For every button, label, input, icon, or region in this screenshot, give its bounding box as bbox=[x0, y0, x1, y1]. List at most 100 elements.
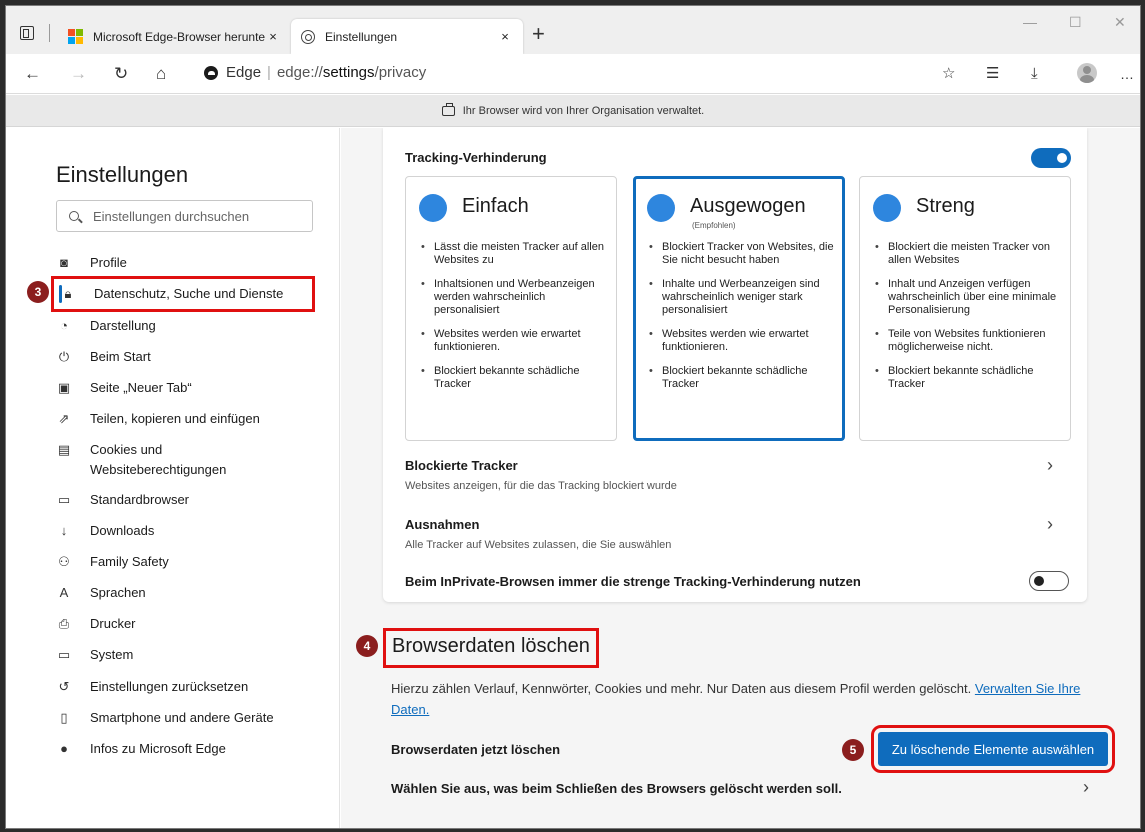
new-tab-button[interactable]: + bbox=[532, 23, 545, 45]
sidebar-item-share[interactable]: ⇗ Teilen, kopieren und einfügen bbox=[56, 409, 326, 429]
inprivate-strict-label: Beim InPrivate-Browsen immer die strenge… bbox=[405, 574, 861, 589]
refresh-icon[interactable]: ↻ bbox=[114, 64, 128, 84]
sidebar-item-languages[interactable]: A Sprachen bbox=[56, 583, 326, 603]
minimize-button[interactable]: — bbox=[1023, 14, 1037, 30]
tracking-prevention-card: Tracking-Verhinderung Einfach Lässt die … bbox=[383, 128, 1087, 602]
close-tab-icon[interactable]: × bbox=[497, 29, 513, 44]
sidebar-item-family-safety[interactable]: ⚇ Family Safety bbox=[56, 552, 326, 572]
sidebar-item-printers[interactable]: ⎙ Drucker bbox=[56, 614, 326, 634]
new-tab-page-icon: ▣ bbox=[57, 380, 71, 395]
bullet: Inhalte und Werbeanzeigen sind wahrschei… bbox=[648, 278, 834, 317]
step-badge-4: 4 bbox=[356, 635, 378, 657]
choose-what-to-clear-button[interactable]: Zu löschende Elemente auswählen bbox=[871, 725, 1115, 773]
tab-title: Microsoft Edge-Browser herunte bbox=[93, 29, 265, 44]
more-options-icon[interactable]: … bbox=[1120, 64, 1134, 84]
sidebar-item-appearance[interactable]: ◔ Darstellung bbox=[56, 316, 326, 336]
bullet: Blockiert die meisten Tracker von allen … bbox=[874, 241, 1060, 267]
exceptions-title[interactable]: Ausnahmen bbox=[405, 517, 479, 532]
sidebar-item-label: Drucker bbox=[90, 616, 136, 631]
tab-settings[interactable]: Einstellungen × bbox=[291, 19, 523, 54]
sidebar-item-startup[interactable]: ⏻ Beim Start bbox=[56, 347, 326, 367]
bullet: Websites werden wie erwartet funktionier… bbox=[420, 328, 606, 354]
sidebar-item-label: Darstellung bbox=[90, 318, 156, 333]
cookies-icon: ▤ bbox=[57, 442, 71, 457]
maximize-button[interactable]: ☐ bbox=[1069, 14, 1082, 31]
back-arrow-icon[interactable]: ← bbox=[24, 64, 41, 84]
site-label: Edge bbox=[226, 64, 262, 81]
bullet: Blockiert bekannte schädliche Tracker bbox=[874, 365, 1060, 391]
sidebar-item-about[interactable]: ● Infos zu Microsoft Edge bbox=[56, 739, 326, 759]
languages-icon: A bbox=[59, 585, 69, 600]
blocked-trackers-title[interactable]: Blockierte Tracker bbox=[405, 458, 518, 473]
add-favorite-icon[interactable]: ☆ bbox=[942, 64, 955, 84]
share-icon: ⇗ bbox=[58, 411, 70, 426]
sidebar-item-cookies[interactable]: ▤ Cookies und Websiteberechtigungen bbox=[56, 440, 326, 480]
family-icon: ⚇ bbox=[58, 554, 70, 569]
sidebar-item-label: Family Safety bbox=[90, 554, 169, 569]
sidebar-item-phone[interactable]: ▯ Smartphone und andere Geräte bbox=[56, 708, 326, 728]
profile-avatar[interactable] bbox=[1077, 63, 1097, 83]
level-bullets: Blockiert Tracker von Websites, die Sie … bbox=[648, 241, 834, 402]
tab-actions-icon[interactable] bbox=[20, 26, 34, 40]
level-name: Einfach bbox=[462, 195, 529, 217]
sidebar-item-label: Datenschutz, Suche und Dienste bbox=[94, 286, 284, 301]
home-icon[interactable]: ⌂ bbox=[156, 64, 166, 84]
url-path: /privacy bbox=[374, 64, 427, 81]
bullet: Blockiert Tracker von Websites, die Sie … bbox=[648, 241, 834, 267]
forward-arrow-icon[interactable]: → bbox=[70, 64, 87, 84]
bullet: Inhaltsionen und Werbeanzeigen werden wa… bbox=[420, 278, 606, 317]
basic-tracking-icon bbox=[419, 194, 447, 222]
default-browser-icon: ▭ bbox=[57, 492, 71, 507]
bullet: Teile von Websites funktionieren möglich… bbox=[874, 328, 1060, 354]
managed-banner: Ihr Browser wird von Ihrer Organisation … bbox=[6, 95, 1140, 127]
level-subtitle: (Empfohlen) bbox=[692, 221, 736, 230]
inprivate-strict-toggle[interactable] bbox=[1029, 571, 1069, 591]
close-window-button[interactable]: ✕ bbox=[1114, 14, 1126, 31]
level-bullets: Lässt die meisten Tracker auf allen Webs… bbox=[420, 241, 606, 402]
chevron-right-icon[interactable]: › bbox=[1047, 456, 1053, 474]
tab-edge-download[interactable]: Microsoft Edge-Browser herunte × bbox=[58, 19, 291, 54]
clear-now-label: Browserdaten jetzt löschen bbox=[391, 742, 561, 757]
microsoft-logo-icon bbox=[68, 29, 83, 44]
sidebar-item-downloads[interactable]: ↓ Downloads bbox=[56, 521, 326, 541]
url-separator: | bbox=[267, 64, 271, 81]
tracking-level-strict[interactable]: Streng Blockiert die meisten Tracker von… bbox=[859, 176, 1071, 441]
step-badge-5: 5 bbox=[842, 739, 864, 761]
url-prefix: edge:// bbox=[276, 64, 323, 81]
tab-title: Einstellungen bbox=[325, 29, 398, 44]
address-input[interactable]: Edge | edge://settings/privacy bbox=[226, 64, 426, 81]
description-text: Hierzu zählen Verlauf, Kennwörter, Cooki… bbox=[391, 681, 972, 696]
sidebar-item-new-tab-page[interactable]: ▣ Seite „Neuer Tab“ bbox=[56, 378, 326, 398]
tracking-toggle[interactable] bbox=[1031, 148, 1071, 168]
downloads-icon[interactable]: ⤓ bbox=[1031, 64, 1038, 84]
sidebar-item-default-browser[interactable]: ▭ Standardbrowser bbox=[56, 490, 326, 510]
settings-search-input[interactable]: Einstellungen durchsuchen bbox=[56, 200, 313, 232]
reset-icon: ↺ bbox=[58, 679, 70, 694]
tab-separator bbox=[49, 24, 50, 42]
gear-icon bbox=[301, 29, 315, 44]
sidebar-item-system[interactable]: ▭ System bbox=[56, 645, 326, 665]
managed-banner-text: Ihr Browser wird von Ihrer Organisation … bbox=[462, 104, 705, 117]
clear-data-title: Browserdaten löschen bbox=[383, 628, 599, 668]
sidebar-item-reset[interactable]: ↺ Einstellungen zurücksetzen bbox=[56, 677, 326, 697]
system-icon: ▭ bbox=[57, 647, 71, 662]
chevron-right-icon[interactable]: › bbox=[1083, 778, 1089, 796]
clear-data-description: Hierzu zählen Verlauf, Kennwörter, Cooki… bbox=[391, 678, 1111, 720]
sidebar-item-label: Smartphone und andere Geräte bbox=[90, 710, 274, 725]
favorites-icon[interactable]: ☰ bbox=[986, 64, 999, 84]
download-icon: ↓ bbox=[60, 523, 68, 538]
profile-icon: ◙ bbox=[60, 255, 68, 270]
close-tab-icon[interactable]: × bbox=[265, 29, 281, 44]
sidebar-item-profile[interactable]: ◙ Profile bbox=[56, 253, 326, 273]
appearance-icon: ◔ bbox=[60, 318, 68, 333]
sidebar-item-privacy[interactable]: 🔒︎ Datenschutz, Suche und Dienste bbox=[51, 276, 315, 312]
blocked-trackers-subtitle: Websites anzeigen, für die das Tracking … bbox=[405, 480, 677, 492]
bullet: Lässt die meisten Tracker auf allen Webs… bbox=[420, 241, 606, 267]
strict-tracking-icon bbox=[873, 194, 901, 222]
tracking-level-balanced[interactable]: Ausgewogen (Empfohlen) Blockiert Tracker… bbox=[633, 176, 845, 441]
clear-on-close-label[interactable]: Wählen Sie aus, was beim Schließen des B… bbox=[391, 781, 842, 796]
sidebar-item-label: Seite „Neuer Tab“ bbox=[90, 380, 192, 395]
tracking-level-basic[interactable]: Einfach Lässt die meisten Tracker auf al… bbox=[405, 176, 617, 441]
chevron-right-icon[interactable]: › bbox=[1047, 515, 1053, 533]
step-badge-3: 3 bbox=[27, 281, 49, 303]
